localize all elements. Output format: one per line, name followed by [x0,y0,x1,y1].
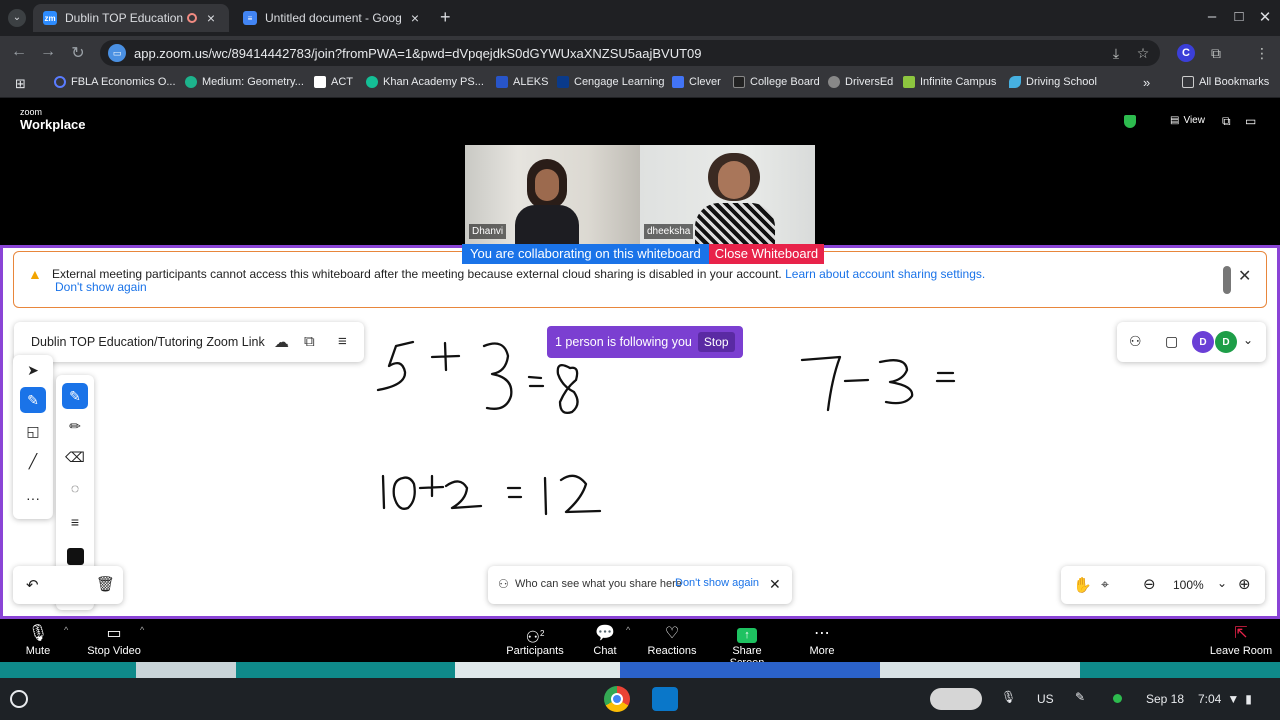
microphone-icon[interactable]: 🎙 [1001,690,1016,704]
share-visibility-hint: ⚇ Who can see what you share here Don't … [488,566,792,604]
participants-button[interactable]: ⚇2 Participants [506,623,564,657]
camera-icon: ▭ [106,625,122,642]
date[interactable]: Sep 18 [1146,692,1184,706]
wifi-icon: ▼ [1227,692,1240,706]
battery-icon: ▮ [1245,692,1252,706]
app-icon[interactable] [652,687,678,711]
chat-icon: 💬 [595,625,615,642]
audio-options-caret-icon[interactable]: ^ [64,625,68,635]
wallpaper-stripe [620,662,880,678]
stylus-icon[interactable]: ✎ [1075,690,1085,704]
handwriting-layer [376,340,956,516]
chevron-down-icon[interactable]: ⌄ [1217,576,1227,590]
more-label: More [809,645,835,657]
share-screen-icon: ↑ [714,623,780,645]
recording-dot-icon [1113,694,1122,703]
reactions-button[interactable]: ♡ Reactions [647,623,697,657]
zoom-out-icon[interactable]: ⊖ [1143,575,1156,593]
launcher-icon[interactable] [10,690,28,708]
hand-pan-icon[interactable]: ✋ [1073,576,1092,594]
chat-options-caret-icon[interactable]: ^ [626,625,630,635]
leave-room-label: Leave Room [1209,645,1273,657]
handwriting-expression-3 [381,474,602,516]
input-locale[interactable]: US [1037,692,1054,706]
close-icon[interactable]: ✕ [769,576,781,593]
wallpaper-stripe [455,662,620,678]
more-button[interactable]: ⋯ More [804,623,840,657]
leave-room-button[interactable]: ⇱ Leave Room [1209,623,1273,657]
time: 7:04 [1198,692,1222,706]
collaboration-bar: You are collaborating on this whiteboard… [462,244,825,264]
participants-icon: ⚇2 [525,629,545,647]
mute-label: Mute [25,645,51,657]
screen-capture-thumbnail[interactable] [930,688,982,710]
desktop-wallpaper [0,662,1280,678]
stop-video-label: Stop Video [87,645,141,657]
zoom-in-icon[interactable]: ⊕ [1238,575,1251,593]
heart-icon: ♡ [664,625,680,642]
chat-label: Chat [593,645,617,657]
mute-button[interactable]: 🎙 Mute [20,623,56,657]
os-shelf: 🎙 US ✎ Sep 18 7:04 ▼ ▮ [0,678,1280,720]
meeting-controls: 🎙 Mute ^ ▭ Stop Video ^ ⚇2 Participants … [0,619,1280,669]
chrome-icon[interactable] [604,686,630,712]
chat-button[interactable]: 💬 Chat [588,623,622,657]
participants-label: Participants [506,645,564,657]
canvas-zoom-panel: ✋ ⌖ ⊖ 100% ⌄ ⊕ [1061,566,1265,604]
status-area[interactable]: 7:04 ▼ ▮ [1198,692,1252,706]
participants-count: 2 [539,629,545,638]
handwriting-expression-1 [376,340,579,415]
microphone-icon: 🎙 [27,625,49,642]
more-dots-icon: ⋯ [814,625,830,642]
leave-icon: ⇱ [1234,625,1248,642]
share-hint-text: Who can see what you share here [515,578,682,590]
video-options-caret-icon[interactable]: ^ [140,625,144,635]
share-hint-dont-show-link[interactable]: Don't show again [675,577,759,589]
wallpaper-stripe [880,662,1080,678]
reactions-label: Reactions [647,645,697,657]
close-whiteboard-button[interactable]: Close Whiteboard [708,244,825,264]
stop-video-button[interactable]: ▭ Stop Video [86,623,142,657]
zoom-level[interactable]: 100% [1173,578,1204,592]
wallpaper-stripe [136,662,236,678]
locate-icon[interactable]: ⌖ [1101,576,1109,593]
person-lock-icon: ⚇ [498,577,509,591]
handwriting-expression-2 [800,355,956,412]
collab-status: You are collaborating on this whiteboard [462,244,709,264]
